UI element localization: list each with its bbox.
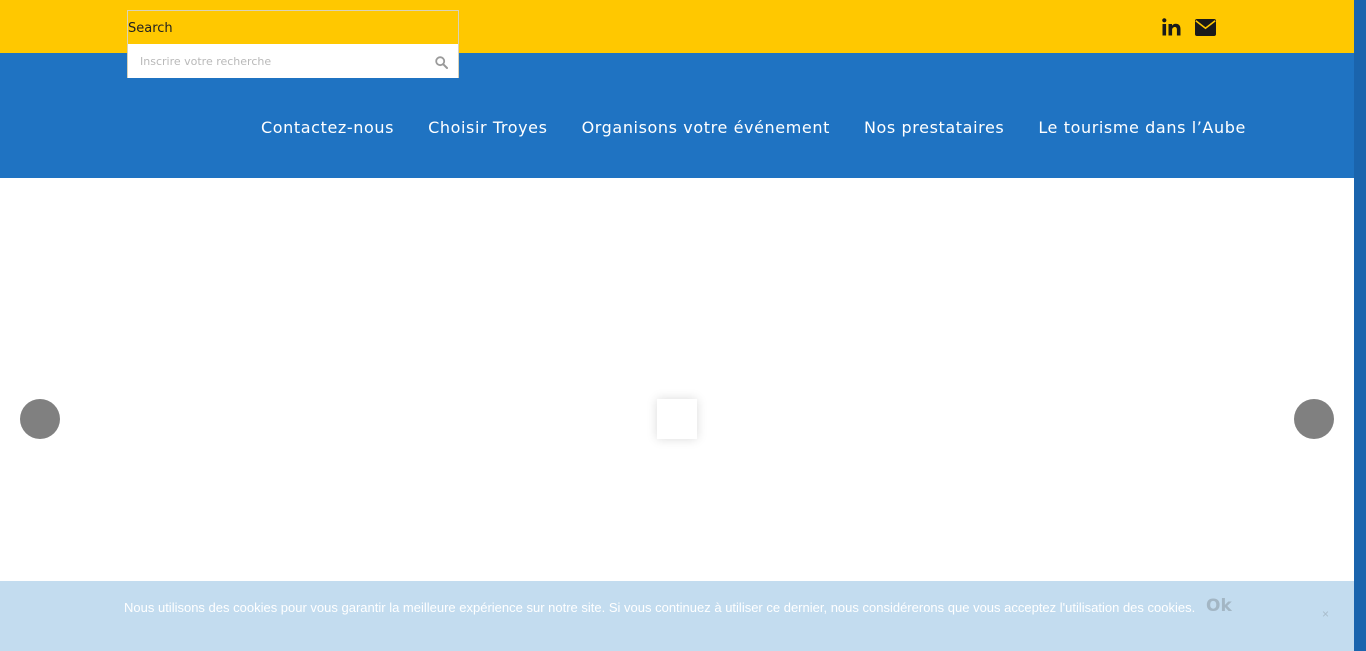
linkedin-link[interactable]	[1160, 16, 1182, 38]
menu-item-nos-prestataires[interactable]: Nos prestataires	[864, 118, 1004, 137]
slider-loading-indicator	[657, 399, 697, 439]
menu-item-contactez-nous[interactable]: Contactez-nous	[261, 118, 394, 137]
cookie-banner: Nous utilisons des cookies pour vous gar…	[0, 581, 1354, 651]
email-link[interactable]	[1193, 16, 1217, 38]
page-edge-strip	[1354, 0, 1366, 651]
image-slider	[0, 178, 1354, 581]
envelope-icon	[1194, 18, 1216, 36]
slider-prev-button[interactable]	[20, 399, 60, 439]
menu-item-tourisme-aube[interactable]: Le tourisme dans l’Aube	[1038, 118, 1246, 137]
search-box	[128, 44, 458, 78]
menu-item-organisons-evenement[interactable]: Organisons votre événement	[582, 118, 830, 137]
cookie-close-icon[interactable]: ×	[1322, 607, 1329, 621]
linkedin-icon	[1161, 18, 1180, 36]
menu-item-choisir-troyes[interactable]: Choisir Troyes	[428, 118, 547, 137]
search-icon	[434, 55, 448, 69]
slider-next-button[interactable]	[1294, 399, 1334, 439]
search-label: Search	[128, 21, 173, 36]
menu: Contactez-nous Choisir Troyes Organisons…	[261, 118, 1246, 137]
search-input[interactable]	[140, 50, 430, 72]
cookie-ok-button[interactable]: Ok	[1206, 596, 1232, 616]
page: Search Contactez-nous Choisir Troyes Org…	[0, 0, 1366, 651]
search-button[interactable]	[432, 53, 450, 71]
search-widget: Search	[127, 10, 459, 78]
cookie-message: Nous utilisons des cookies pour vous gar…	[124, 600, 1196, 615]
